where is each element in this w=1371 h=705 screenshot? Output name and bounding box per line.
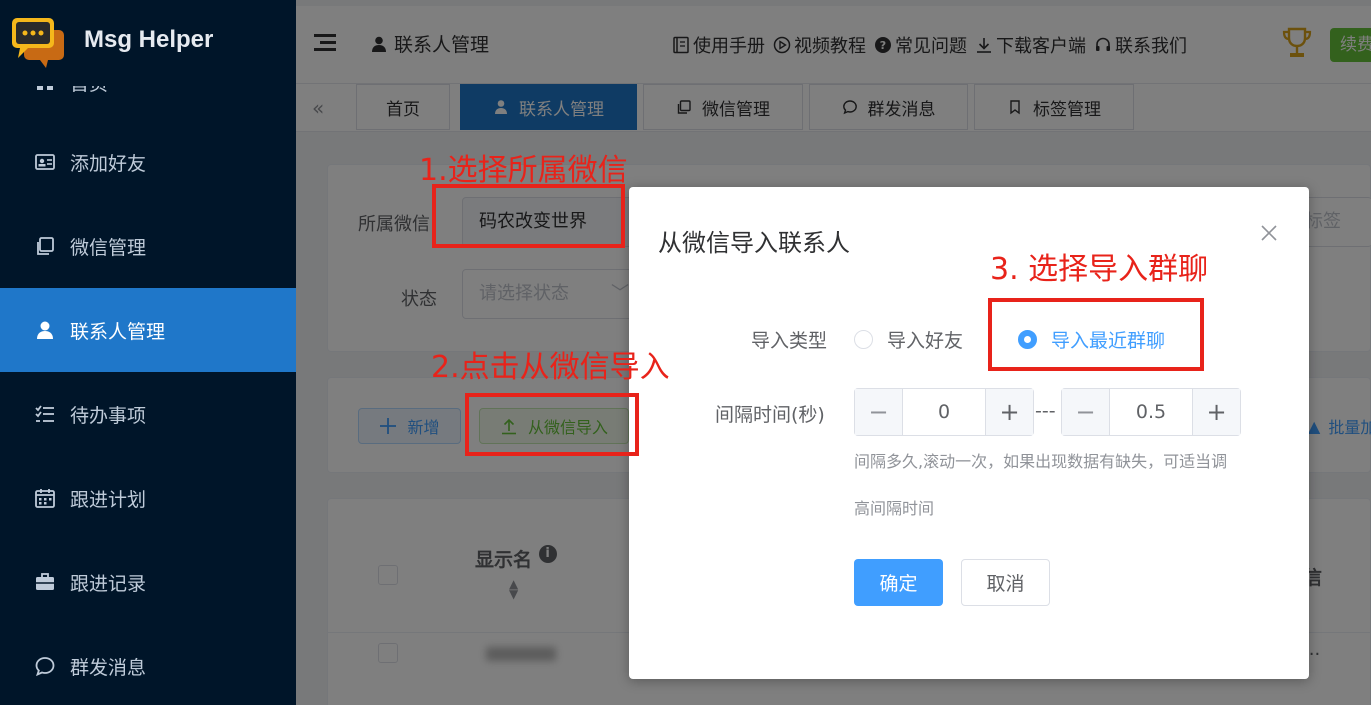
annotation-step2: 2.点击从微信导入 <box>431 350 670 385</box>
interval-label: 间隔时间(秒) <box>715 404 825 426</box>
decrement-button[interactable]: − <box>1062 389 1110 435</box>
range-separator: --- <box>1035 400 1056 422</box>
sidebar-item-label: 跟进记录 <box>70 572 147 595</box>
annotation-box-import-button <box>465 393 639 456</box>
sidebar-item-label: 群发消息 <box>70 656 147 679</box>
copy-icon <box>34 235 56 257</box>
sidebar-item-label: 微信管理 <box>70 236 147 259</box>
annotation-box-group-radio <box>988 298 1204 371</box>
confirm-button[interactable]: 确定 <box>854 559 943 606</box>
annotation-step1: 1.选择所属微信 <box>419 153 628 188</box>
sidebar-item-label: 待办事项 <box>70 404 147 427</box>
interval-max-input[interactable]: 0.5 <box>1110 389 1192 435</box>
sidebar-item-label: 跟进计划 <box>70 488 147 511</box>
chat-logo-icon <box>12 18 64 68</box>
interval-min-input[interactable]: 0 <box>903 389 985 435</box>
annotation-box-wechat-select <box>432 184 625 248</box>
cancel-button[interactable]: 取消 <box>961 559 1050 606</box>
sidebar-item-todo[interactable]: 待办事项 <box>0 372 296 456</box>
sidebar-item-wechat-manage[interactable]: 微信管理 <box>0 204 296 288</box>
briefcase-icon <box>34 571 56 593</box>
radio-dot <box>854 330 873 349</box>
increment-button[interactable]: + <box>985 389 1033 435</box>
radio-import-friends[interactable]: 导入好友 <box>854 326 963 353</box>
decrement-button[interactable]: − <box>855 389 903 435</box>
increment-button[interactable]: + <box>1192 389 1240 435</box>
interval-hint-line1: 间隔多久,滚动一次，如果出现数据有缺失，可适当调 <box>854 452 1228 471</box>
sidebar-item-label: 添加好友 <box>70 152 147 175</box>
app-name: Msg Helper <box>84 26 214 53</box>
close-icon[interactable] <box>1259 223 1279 243</box>
sidebar-item-add-friend[interactable]: 添加好友 <box>0 120 296 204</box>
brand: Msg Helper <box>0 0 296 86</box>
sidebar-item-label: 联系人管理 <box>70 320 166 343</box>
checklist-icon <box>34 403 56 425</box>
sidebar: 首页 添加好友 微信管理 联系人管理 待办事项 跟进计划 跟进记录 <box>0 0 296 705</box>
id-card-icon <box>34 151 56 173</box>
calendar-icon <box>34 487 56 509</box>
interval-min-stepper[interactable]: − 0 + <box>854 388 1034 436</box>
sidebar-item-mass-message[interactable]: 群发消息 <box>0 624 296 705</box>
annotation-step3: 3. 选择导入群聊 <box>990 252 1209 287</box>
import-type-label: 导入类型 <box>751 330 828 352</box>
sidebar-item-follow-plan[interactable]: 跟进计划 <box>0 456 296 540</box>
sidebar-item-contacts[interactable]: 联系人管理 <box>0 288 296 372</box>
chat-bubble-icon <box>34 655 56 677</box>
sidebar-item-follow-record[interactable]: 跟进记录 <box>0 540 296 624</box>
interval-max-stepper[interactable]: − 0.5 + <box>1061 388 1241 436</box>
interval-hint-line2: 高间隔时间 <box>854 499 935 518</box>
dialog-title: 从微信导入联系人 <box>658 229 850 257</box>
user-icon <box>34 319 56 341</box>
